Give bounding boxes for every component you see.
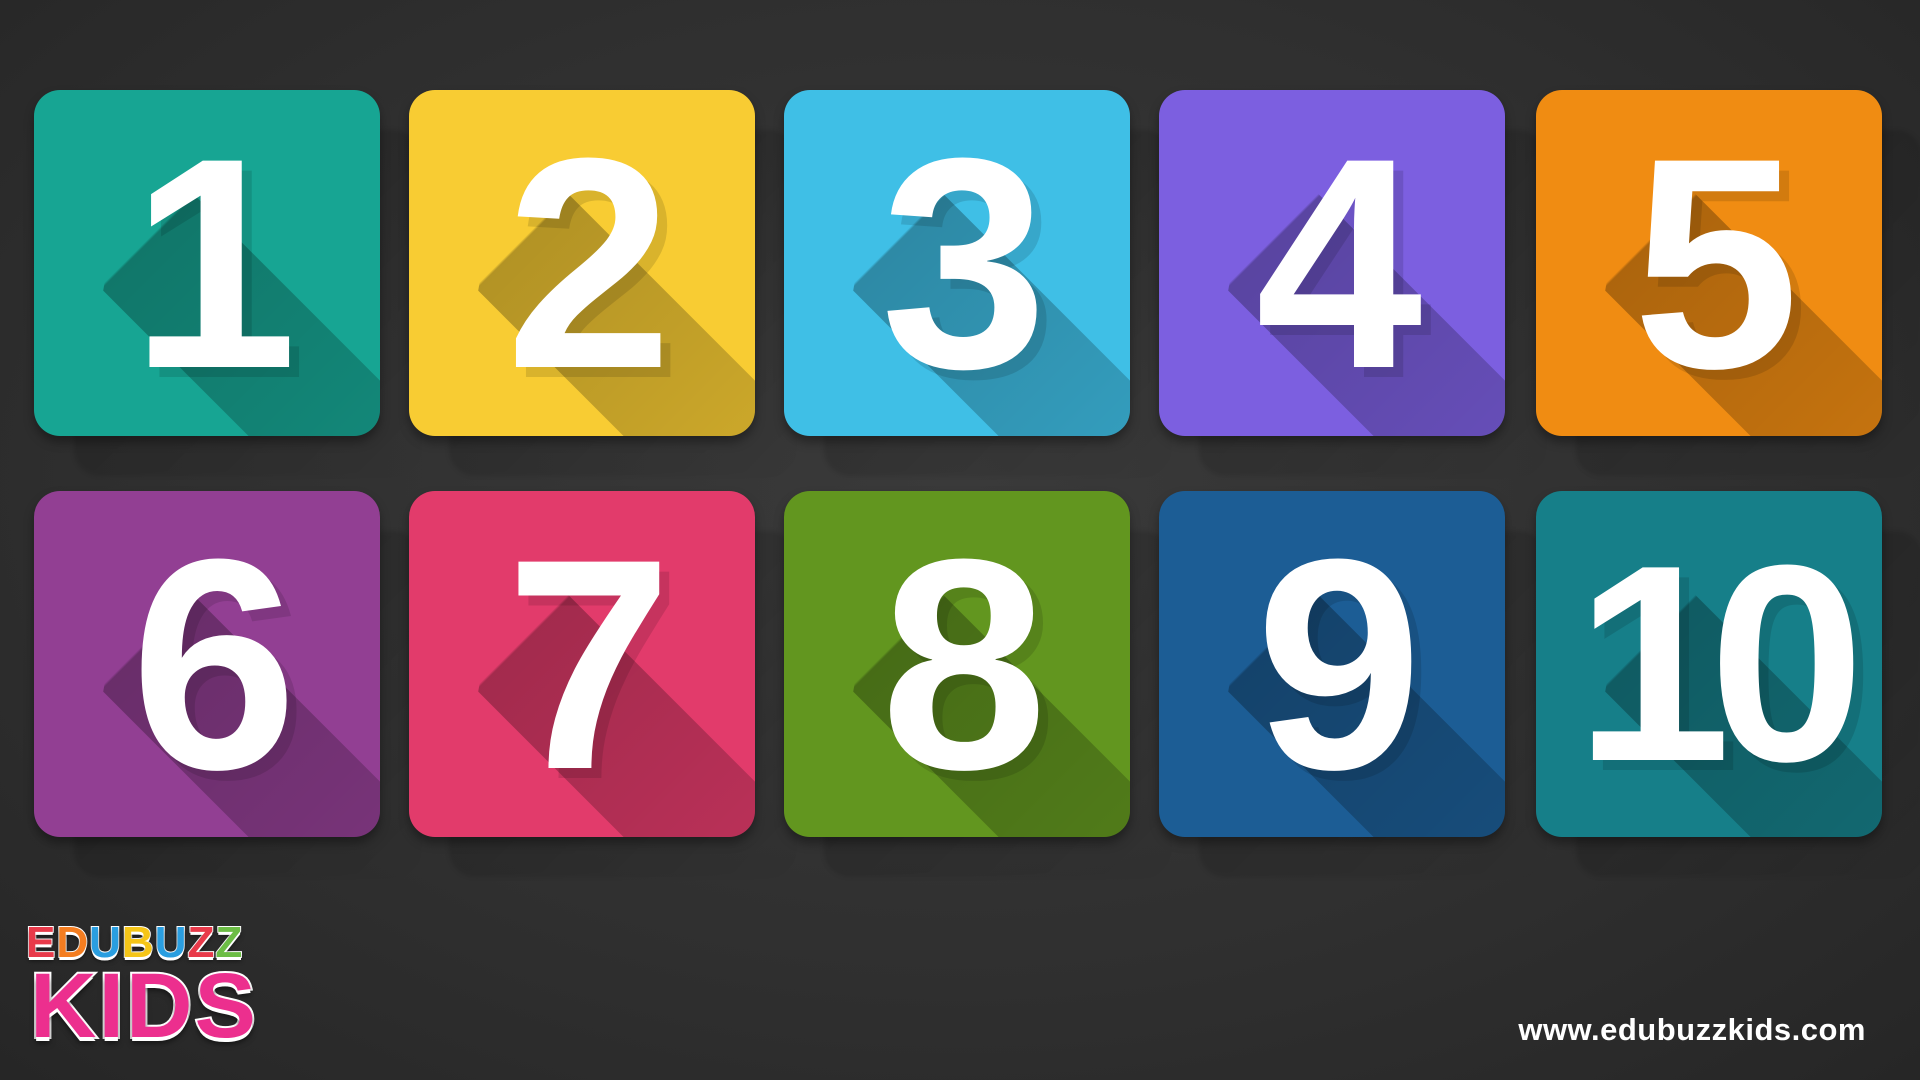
number-label: 3 [880,95,1048,431]
number-tile-7: 7 [409,491,755,837]
number-label: 10 [1575,508,1864,820]
number-tile-9: 9 [1159,491,1505,837]
number-label: 2 [505,95,673,431]
number-tile-4: 4 [1159,90,1505,436]
number-label: 1 [130,95,298,431]
number-label: 7 [505,496,673,832]
number-label: 8 [880,496,1048,832]
number-label: 5 [1632,95,1800,431]
number-tile-2: 2 [409,90,755,436]
website-url[interactable]: www.edubuzzkids.com [1518,1012,1866,1048]
number-tile-6: 6 [34,491,380,837]
number-tile-1: 1 [34,90,380,436]
number-tile-5: 5 [1536,90,1882,436]
edubuzz-kids-logo: E D U B U Z Z KIDS [25,917,308,1058]
number-tile-8: 8 [784,491,1130,837]
logo-wordmark-kids: KIDS [28,955,258,1057]
number-label: 9 [1255,496,1423,832]
number-board: 1 2 3 4 5 6 7 8 9 10 E D U B U Z Z KIDS … [0,0,1920,1080]
number-label: 4 [1255,95,1423,431]
number-label: 6 [130,496,298,832]
number-tile-3: 3 [784,90,1130,436]
number-tile-10: 10 [1536,491,1882,837]
